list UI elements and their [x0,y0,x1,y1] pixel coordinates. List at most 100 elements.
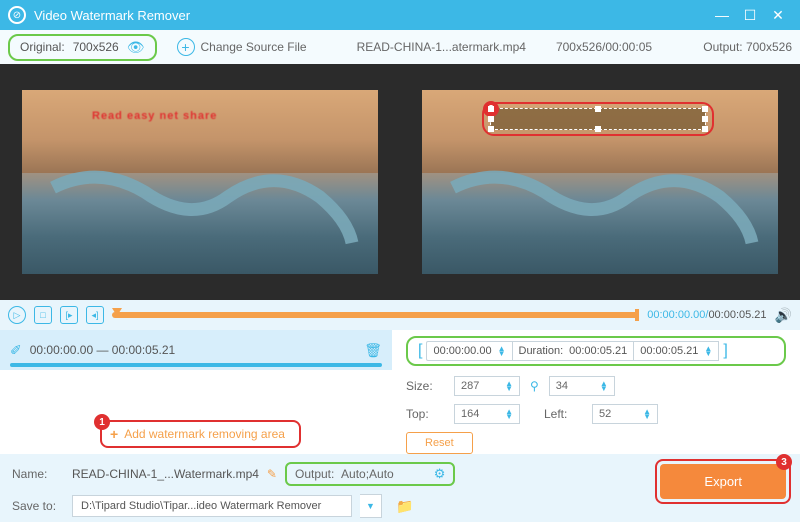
size-row: Size: 287▲▼ ⚲ 34▲▼ [406,376,786,396]
output-value: 700x526 [746,40,792,54]
watermark-text: Read easy net share [92,110,217,122]
time-current: 00:00:00.00 [647,309,705,321]
seek-end-marker[interactable] [635,309,639,321]
spinner-icon[interactable]: ▲▼ [704,346,712,356]
resize-handle[interactable] [702,116,708,122]
spinner-icon[interactable]: ▲▼ [600,381,608,391]
preview-original: Read easy net share [2,64,398,300]
spinner-icon[interactable]: ▲▼ [505,381,513,391]
duration-label: Duration: [519,345,564,357]
spinner-icon[interactable]: ▲▼ [498,346,506,356]
resize-handle[interactable] [702,106,708,112]
edit-name-icon[interactable]: ✎ [267,467,277,481]
maximize-button[interactable]: ☐ [736,7,764,24]
plus-circle-icon: + [177,38,195,56]
minimize-button[interactable]: — [708,7,736,23]
original-value: 700x526 [73,40,119,54]
output-dimensions: Output: 700x526 [703,40,792,54]
bottom-bar: Name: READ-CHINA-1_...Watermark.mp4 ✎ Ou… [0,454,800,522]
save-path-value: D:\Tipard Studio\Tipar...ideo Watermark … [81,500,321,512]
change-source-label: Change Source File [201,40,307,54]
delete-segment-icon[interactable]: 🗑 [364,342,382,359]
gear-icon[interactable]: ⚙ [434,466,446,482]
top-label: Top: [406,407,444,421]
app-title: Video Watermark Remover [34,8,708,23]
resize-handle[interactable] [595,106,601,112]
bracket-right-icon[interactable]: ] [719,342,731,360]
resize-handle[interactable] [488,106,494,112]
folder-icon[interactable]: 📁 [396,498,413,515]
save-path-input[interactable]: D:\Tipard Studio\Tipar...ideo Watermark … [72,495,352,517]
spinner-icon[interactable]: ▲▼ [643,409,651,419]
add-area-label: Add watermark removing area [124,427,285,441]
river-graphic [40,160,360,252]
export-wrap: 3 Export [660,464,786,499]
close-button[interactable]: ✕ [764,7,792,24]
top-input[interactable]: 164▲▼ [454,404,520,424]
size-label: Size: [406,379,444,393]
playbar: ▷ □ [▸ ◂] 00:00:00.00/00:00:05.21 🔊 [0,300,800,330]
video-frame-original: Read easy net share [22,90,378,274]
app-logo-icon: ⊘ [8,6,26,24]
eye-icon[interactable]: 👁 [127,39,145,56]
resize-handle[interactable] [702,126,708,132]
left-label: Left: [544,407,582,421]
save-label: Save to: [12,499,64,513]
segment-icon: ✐ [10,342,22,359]
video-frame-output[interactable]: 2 [422,90,778,274]
preview-row: Read easy net share 2 [0,64,800,300]
time-display: 00:00:00.00/00:00:05.21 [647,309,766,321]
change-source-button[interactable]: + Change Source File [177,38,307,56]
duration-value: 00:00:05.21 [569,345,627,357]
mark-in-button[interactable]: [▸ [60,306,78,324]
titlebar: ⊘ Video Watermark Remover — ☐ ✕ [0,0,800,30]
resize-handle[interactable] [488,126,494,132]
original-dimensions: Original: 700x526 👁 [8,34,157,61]
mark-out-button[interactable]: ◂] [86,306,104,324]
output-format-label: Output: [295,467,334,481]
river-graphic [440,160,760,252]
play-button[interactable]: ▷ [8,306,26,324]
width-input[interactable]: 287▲▼ [454,376,520,396]
annotation-badge-3: 3 [776,454,792,470]
start-time-value: 00:00:00.00 [433,345,491,357]
end-time-input[interactable]: 00:00:05.21 ▲▼ [634,341,719,361]
save-path-dropdown[interactable]: ▼ [360,494,382,518]
original-label: Original: [20,40,65,54]
preview-output: 2 [402,64,798,300]
position-row: Top: 164▲▼ Left: 52▲▼ [406,404,786,424]
resize-handle[interactable] [488,116,494,122]
properties-panel: [ 00:00:00.00 ▲▼ Duration: 00:00:05.21 00… [392,330,800,454]
end-time-value: 00:00:05.21 [640,345,698,357]
volume-icon[interactable]: 🔊 [775,307,792,324]
resize-handle[interactable] [595,126,601,132]
source-filename: READ-CHINA-1...atermark.mp4 [357,40,526,54]
source-dim-duration: 700x526/00:00:05 [556,40,652,54]
name-value: READ-CHINA-1_...Watermark.mp4 [72,467,259,481]
seek-bar[interactable] [112,312,639,318]
stop-button[interactable]: □ [34,306,52,324]
link-icon[interactable]: ⚲ [530,379,539,393]
time-duration: 00:00:05.21 [708,309,766,321]
height-input[interactable]: 34▲▼ [549,376,615,396]
time-range-box: [ 00:00:00.00 ▲▼ Duration: 00:00:05.21 00… [406,336,786,366]
settings-row: ✐ 00:00:00.00 — 00:00:05.21 🗑 1 + Add wa… [0,330,800,454]
start-time-input[interactable]: 00:00:00.00 ▲▼ [426,341,511,361]
spinner-icon[interactable]: ▲▼ [505,409,513,419]
segment-bar[interactable] [10,363,382,367]
output-label: Output: [703,40,742,54]
plus-icon: + [110,426,118,442]
seek-playhead-icon[interactable] [112,308,122,322]
add-watermark-area-button[interactable]: 1 + Add watermark removing area [100,420,301,448]
output-format-box: Output: Auto;Auto ⚙ [285,462,455,486]
annotation-badge-1: 1 [94,414,110,430]
reset-button[interactable]: Reset [406,432,473,454]
toolbar: Original: 700x526 👁 + Change Source File… [0,30,800,64]
bracket-left-icon[interactable]: [ [414,342,426,360]
export-annotation-outline [655,459,791,504]
segment-range: 00:00:00.00 — 00:00:05.21 [30,343,175,357]
watermark-selection[interactable]: 2 [490,108,706,130]
left-input[interactable]: 52▲▼ [592,404,658,424]
duration-input[interactable]: Duration: 00:00:05.21 [512,341,635,361]
output-format: Output: Auto;Auto [295,467,394,481]
